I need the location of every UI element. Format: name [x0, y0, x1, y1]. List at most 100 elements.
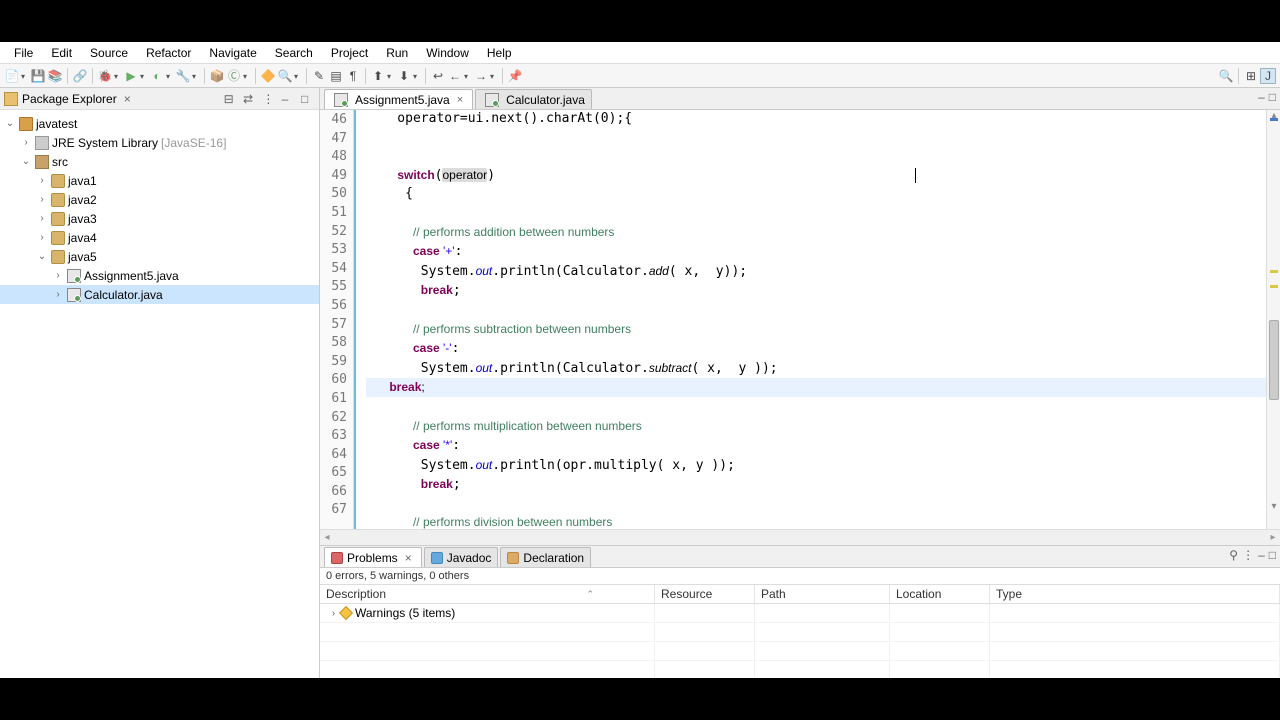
back-dd[interactable]: ▾ [464, 71, 472, 81]
table-row[interactable] [320, 623, 1280, 642]
ann-next-dd[interactable]: ▾ [413, 71, 421, 81]
debug-dropdown[interactable]: ▾ [114, 71, 122, 81]
warnings-group-row[interactable]: ›Warnings (5 items) [320, 604, 1280, 623]
horizontal-scrollbar[interactable]: ◂ ▸ [320, 529, 1280, 545]
overview-marker[interactable] [1270, 118, 1278, 121]
last-edit-icon[interactable]: ↩ [430, 68, 446, 84]
annotation-next-icon[interactable]: ⬇ [396, 68, 412, 84]
collapse-all-icon[interactable]: ⊟ [224, 92, 238, 106]
code-editor[interactable]: 4647484950515253545556575859606162636465… [320, 110, 1280, 529]
toggle-mark-icon[interactable]: ✎ [311, 68, 327, 84]
expander-icon[interactable]: › [36, 194, 48, 205]
column-path[interactable]: Path [755, 585, 890, 603]
panel-maximize-icon[interactable]: □ [1269, 548, 1276, 562]
expander-icon[interactable]: › [36, 175, 48, 186]
panel-minimize-icon[interactable]: – [1258, 548, 1265, 562]
menu-project[interactable]: Project [323, 44, 376, 62]
pin-icon[interactable]: 📌 [507, 68, 523, 84]
expander-icon[interactable]: › [36, 213, 48, 224]
scroll-right-icon[interactable]: ▸ [1266, 532, 1280, 543]
new-type-dropdown[interactable]: ▾ [243, 71, 251, 81]
toggle-breadcrumb-icon[interactable]: 🔗 [72, 68, 88, 84]
menu-help[interactable]: Help [479, 44, 520, 62]
overview-ruler[interactable]: ▴ ▾ [1266, 110, 1280, 529]
maximize-icon[interactable]: □ [301, 92, 315, 106]
problems-table-header[interactable]: Description⌃ Resource Path Location Type [320, 584, 1280, 604]
back-icon[interactable]: ← [447, 68, 463, 84]
jre-node[interactable]: › JRE System Library [JavaSE-16] [0, 133, 319, 152]
run-dropdown[interactable]: ▾ [140, 71, 148, 81]
java-file-node[interactable]: › Calculator.java [0, 285, 319, 304]
expander-icon[interactable]: ⌄ [36, 251, 48, 262]
tab-close[interactable]: × [402, 551, 415, 565]
editor-minimize-icon[interactable]: – [1258, 90, 1265, 104]
menu-refactor[interactable]: Refactor [138, 44, 199, 62]
search-dropdown[interactable]: ▾ [294, 71, 302, 81]
menu-file[interactable]: File [6, 44, 41, 62]
ext-tools-icon[interactable]: 🔧 [175, 68, 191, 84]
expander-icon[interactable]: › [36, 232, 48, 243]
project-tree[interactable]: ⌄ javatest › JRE System Library [JavaSE-… [0, 110, 319, 678]
new-dropdown[interactable]: ▾ [21, 71, 29, 81]
menu-window[interactable]: Window [418, 44, 477, 62]
column-description[interactable]: Description⌃ [320, 585, 655, 603]
new-icon[interactable]: 📄 [4, 68, 20, 84]
column-resource[interactable]: Resource [655, 585, 755, 603]
menu-source[interactable]: Source [82, 44, 136, 62]
scroll-down-icon[interactable]: ▾ [1268, 501, 1280, 513]
src-node[interactable]: ⌄ src [0, 152, 319, 171]
fwd-dd[interactable]: ▾ [490, 71, 498, 81]
editor-tab-assignment5[interactable]: Assignment5.java × [324, 89, 473, 109]
java-perspective-icon[interactable]: J [1260, 68, 1276, 84]
column-location[interactable]: Location [890, 585, 990, 603]
link-editor-icon[interactable]: ⇄ [243, 92, 257, 106]
ann-prev-dd[interactable]: ▾ [387, 71, 395, 81]
editor-maximize-icon[interactable]: □ [1269, 90, 1276, 104]
package-node[interactable]: › java4 [0, 228, 319, 247]
ext-tools-dropdown[interactable]: ▾ [192, 71, 200, 81]
package-node[interactable]: ⌄ java5 [0, 247, 319, 266]
coverage-dropdown[interactable]: ▾ [166, 71, 174, 81]
view-menu-icon[interactable]: ⋮ [1242, 548, 1254, 562]
overview-marker[interactable] [1270, 270, 1278, 273]
coverage-icon[interactable]: ◐ [149, 68, 165, 84]
java-file-node[interactable]: › Assignment5.java [0, 266, 319, 285]
toggle-ws-icon[interactable]: ¶ [345, 68, 361, 84]
menu-run[interactable]: Run [378, 44, 416, 62]
column-type[interactable]: Type [990, 585, 1280, 603]
new-package-icon[interactable]: 📦 [209, 68, 225, 84]
minimize-icon[interactable]: – [282, 92, 296, 106]
expander-icon[interactable]: › [20, 137, 32, 148]
scroll-left-icon[interactable]: ◂ [320, 532, 334, 543]
expander-icon[interactable]: › [326, 608, 337, 619]
folding-strip[interactable] [354, 110, 362, 529]
filter-icon[interactable]: ⚲ [1229, 548, 1238, 562]
toggle-block-icon[interactable]: ▤ [328, 68, 344, 84]
tab-javadoc[interactable]: Javadoc [424, 547, 499, 567]
expander-icon[interactable]: ⌄ [4, 118, 16, 129]
tab-problems[interactable]: Problems × [324, 547, 422, 567]
menu-navigate[interactable]: Navigate [201, 44, 264, 62]
table-row[interactable] [320, 661, 1280, 678]
menu-edit[interactable]: Edit [43, 44, 80, 62]
save-icon[interactable]: 💾 [30, 68, 46, 84]
debug-icon[interactable]: 🐞 [97, 68, 113, 84]
package-node[interactable]: › java1 [0, 171, 319, 190]
search-icon[interactable]: 🔍 [277, 68, 293, 84]
forward-icon[interactable]: → [473, 68, 489, 84]
view-menu-icon[interactable]: ⋮ [262, 92, 276, 106]
quick-search-icon[interactable]: 🔍 [1218, 68, 1234, 84]
new-class-icon[interactable]: Ⓒ [226, 68, 242, 84]
problems-table[interactable]: Description⌃ Resource Path Location Type… [320, 584, 1280, 678]
scroll-thumb[interactable] [1269, 320, 1279, 400]
editor-tab-calculator[interactable]: Calculator.java [475, 89, 592, 109]
table-row[interactable] [320, 642, 1280, 661]
package-node[interactable]: › java3 [0, 209, 319, 228]
package-explorer-close[interactable]: × [121, 92, 134, 106]
package-node[interactable]: › java2 [0, 190, 319, 209]
menu-search[interactable]: Search [267, 44, 321, 62]
expander-icon[interactable]: › [52, 289, 64, 300]
annotation-prev-icon[interactable]: ⬆ [370, 68, 386, 84]
run-icon[interactable]: ▶ [123, 68, 139, 84]
save-all-icon[interactable]: 📚 [47, 68, 63, 84]
